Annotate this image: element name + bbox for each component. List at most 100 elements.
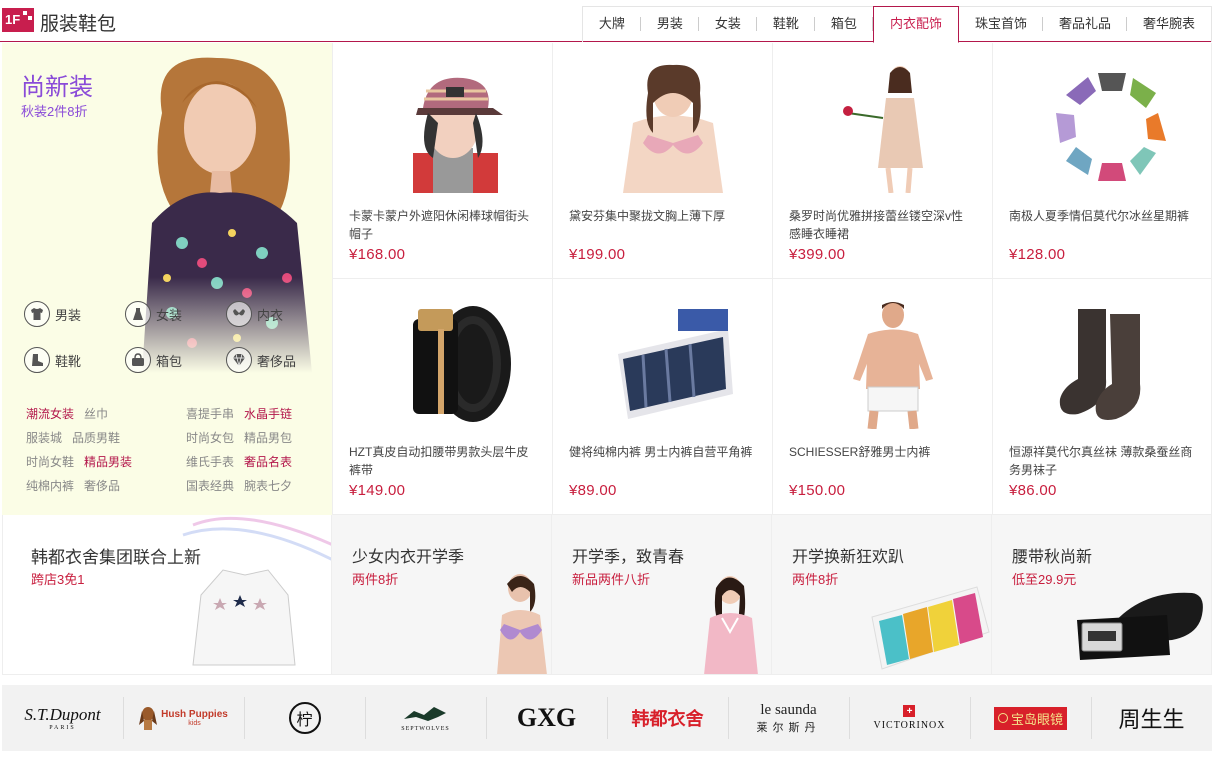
brand-chow-sang-sang[interactable]: 周生生 bbox=[1091, 685, 1212, 751]
category-menswear[interactable]: 男装 bbox=[24, 301, 81, 327]
category-underwear[interactable]: 内衣 bbox=[226, 301, 283, 327]
quick-link[interactable]: 国表经典 bbox=[186, 477, 234, 494]
category-luxury[interactable]: 奢侈品 bbox=[226, 347, 296, 373]
student-promo-image bbox=[704, 576, 758, 674]
promo-row: 韩都衣舍集团联合上新 跨店3免1 少女内衣开学季 两件8折 开学季，致青春 新品… bbox=[2, 515, 1212, 675]
male-model-image bbox=[853, 302, 933, 429]
quick-link[interactable]: 水晶手链 bbox=[244, 405, 292, 422]
wolf-icon bbox=[404, 706, 447, 721]
diamond-icon bbox=[226, 347, 252, 373]
product-name[interactable]: SCHIESSER舒雅男士内裤 bbox=[789, 443, 974, 461]
product-card[interactable]: 健将纯棉内裤 男士内裤自营平角裤 ¥89.00 bbox=[552, 279, 772, 515]
product-card[interactable]: 桑罗时尚优雅拼接蕾丝镂空深v性感睡衣睡裙 ¥399.00 bbox=[772, 43, 992, 279]
tab-luxury-watches[interactable]: 奢华腕表 bbox=[1126, 6, 1212, 42]
quick-link[interactable]: 奢侈品 bbox=[84, 477, 120, 494]
quick-link[interactable]: 奢品名表 bbox=[244, 453, 292, 470]
quick-link[interactable]: 服装城 bbox=[26, 429, 62, 446]
tab-bags[interactable]: 箱包 bbox=[814, 6, 873, 42]
baodao-logo-icon bbox=[997, 713, 1008, 723]
promo-card[interactable]: 腰带秋尚新 低至29.9元 bbox=[992, 515, 1212, 675]
product-name[interactable]: 卡蒙卡蒙户外遮阳休闲棒球帽街头帽子 bbox=[349, 207, 534, 243]
product-price: ¥86.00 bbox=[1009, 482, 1057, 499]
brand-dupont[interactable]: S.T.Dupont PARIS bbox=[2, 685, 123, 751]
promo-subtitle: 秋装2件8折 bbox=[21, 104, 88, 119]
brand-name: 周生生 bbox=[1118, 707, 1185, 732]
product-grid: 卡蒙卡蒙户外遮阳休闲棒球帽街头帽子 ¥168.00 黛安芬集中聚拢文胸上薄下厚 … bbox=[332, 43, 1212, 515]
product-name[interactable]: HZT真皮自动扣腰带男款头层牛皮裤带 bbox=[349, 443, 534, 479]
quick-link[interactable]: 时尚女鞋 bbox=[26, 453, 74, 470]
brand-ning[interactable]: 柠 bbox=[244, 685, 365, 751]
brand-name: 柠 bbox=[288, 702, 321, 734]
brand-bar: S.T.Dupont PARIS Hush Puppies kids 柠 SEP… bbox=[2, 685, 1212, 751]
brand-victorinox[interactable]: + VICTORINOX bbox=[849, 685, 970, 751]
tab-brands[interactable]: 大牌 bbox=[581, 6, 641, 42]
brand-baodao[interactable]: 宝岛眼镜 bbox=[970, 685, 1091, 751]
promo-card[interactable]: 开学季，致青春 新品两件八折 bbox=[552, 515, 772, 675]
quick-link[interactable]: 时尚女包 bbox=[186, 429, 234, 446]
product-card[interactable]: HZT真皮自动扣腰带男款头层牛皮裤带 ¥149.00 bbox=[332, 279, 552, 515]
cap-model-image bbox=[413, 77, 503, 193]
quick-link[interactable]: 喜提手串 bbox=[186, 405, 234, 422]
category-womenswear[interactable]: 女装 bbox=[125, 301, 182, 327]
product-name[interactable]: 桑罗时尚优雅拼接蕾丝镂空深v性感睡衣睡裙 bbox=[789, 207, 974, 243]
quick-link[interactable]: 精品男包 bbox=[244, 429, 292, 446]
category-label: 女装 bbox=[156, 307, 183, 323]
quick-link[interactable]: 纯棉内裤 bbox=[26, 477, 74, 494]
lingerie-promo-image bbox=[497, 574, 547, 674]
brand-le-saunda[interactable]: le saunda 莱尔斯丹 bbox=[728, 685, 849, 751]
promo-subtitle: 跨店3免1 bbox=[31, 572, 85, 587]
tab-menswear[interactable]: 男装 bbox=[640, 6, 699, 42]
promo-subtitle: 两件8折 bbox=[792, 572, 839, 587]
product-card[interactable]: 恒源祥莫代尔真丝袜 薄款桑蚕丝商务男袜子 ¥86.00 bbox=[992, 279, 1212, 515]
shirt-icon bbox=[24, 301, 50, 327]
brand-name: le saunda bbox=[760, 701, 817, 718]
product-price: ¥128.00 bbox=[1009, 246, 1066, 263]
promo-card[interactable]: 少女内衣开学季 两件8折 bbox=[332, 515, 552, 675]
brand-sub: 莱尔斯丹 bbox=[756, 721, 821, 734]
quick-link[interactable]: 潮流女装 bbox=[26, 405, 74, 422]
nightgown-model-image bbox=[843, 66, 923, 193]
underwear-ring-image bbox=[1056, 73, 1166, 181]
product-price: ¥199.00 bbox=[569, 246, 626, 263]
tab-underwear-accessories[interactable]: 内衣配饰 bbox=[872, 6, 959, 43]
tab-jewelry[interactable]: 珠宝首饰 bbox=[958, 6, 1043, 42]
promo-title: 开学换新狂欢趴 bbox=[792, 549, 905, 566]
tab-shoes[interactable]: 鞋靴 bbox=[756, 6, 815, 42]
category-tabs: 大牌 男装 女装 鞋靴 箱包 内衣配饰 珠宝首饰 奢品礼品 奢华腕表 bbox=[581, 6, 1212, 43]
product-price: ¥150.00 bbox=[789, 482, 846, 499]
brand-septwolves[interactable]: SEPTWOLVES bbox=[365, 685, 486, 751]
quick-link[interactable]: 丝巾 bbox=[84, 405, 108, 422]
product-name[interactable]: 南极人夏季情侣莫代尔冰丝星期裤 bbox=[1009, 207, 1194, 225]
product-card[interactable]: 南极人夏季情侣莫代尔冰丝星期裤 ¥128.00 bbox=[992, 43, 1212, 279]
product-price: ¥168.00 bbox=[349, 246, 406, 263]
belt-promo-image bbox=[1077, 592, 1203, 660]
brand-gxg[interactable]: GXG bbox=[486, 685, 607, 751]
promo-subtitle: 低至29.9元 bbox=[1012, 572, 1077, 587]
bra-model-image bbox=[623, 64, 723, 193]
brand-hush-puppies[interactable]: Hush Puppies kids bbox=[123, 685, 244, 751]
quick-link[interactable]: 腕表七夕 bbox=[244, 477, 292, 494]
left-promo-panel[interactable]: 尚新装 秋装2件8折 男装 女装 内衣 鞋靴 箱包 奢侈品 潮流女装 丝巾 喜提… bbox=[2, 43, 332, 515]
product-name[interactable]: 黛安芬集中聚拢文胸上薄下厚 bbox=[569, 207, 754, 225]
product-card[interactable]: SCHIESSER舒雅男士内裤 ¥150.00 bbox=[772, 279, 992, 515]
underwear-box-promo-image bbox=[871, 586, 990, 670]
tab-womenswear[interactable]: 女装 bbox=[698, 6, 757, 42]
product-price: ¥89.00 bbox=[569, 482, 617, 499]
product-card[interactable]: 黛安芬集中聚拢文胸上薄下厚 ¥199.00 bbox=[552, 43, 772, 279]
promo-card[interactable]: 韩都衣舍集团联合上新 跨店3免1 bbox=[2, 515, 332, 675]
product-name[interactable]: 恒源祥莫代尔真丝袜 薄款桑蚕丝商务男袜子 bbox=[1009, 443, 1194, 479]
category-shoes[interactable]: 鞋靴 bbox=[24, 347, 81, 373]
category-bags[interactable]: 箱包 bbox=[125, 347, 182, 373]
brand-handu[interactable]: 韩都衣舍 bbox=[607, 685, 728, 751]
quick-link[interactable]: 精品男装 bbox=[84, 453, 132, 470]
product-name[interactable]: 健将纯棉内裤 男士内裤自营平角裤 bbox=[569, 443, 754, 461]
product-card[interactable]: 卡蒙卡蒙户外遮阳休闲棒球帽街头帽子 ¥168.00 bbox=[332, 43, 552, 279]
tab-luxury-gifts[interactable]: 奢品礼品 bbox=[1042, 6, 1127, 42]
promo-card[interactable]: 开学换新狂欢趴 两件8折 bbox=[772, 515, 992, 675]
category-label: 箱包 bbox=[156, 353, 183, 369]
quick-link[interactable]: 维氏手表 bbox=[186, 453, 234, 470]
brand-name: Hush Puppies bbox=[161, 709, 228, 720]
quick-link[interactable]: 品质男鞋 bbox=[72, 429, 120, 446]
handbag-icon bbox=[125, 347, 151, 373]
category-label: 内衣 bbox=[257, 307, 284, 323]
